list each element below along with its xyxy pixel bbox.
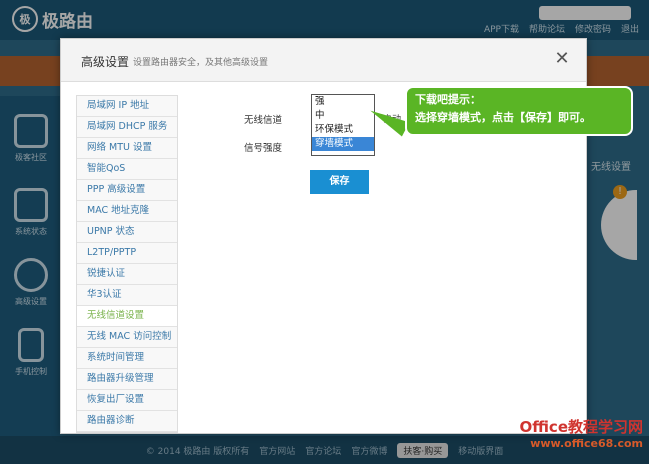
settings-menu-item[interactable]: 局域网 DHCP 服务 (77, 117, 177, 138)
watermark-brand: Office教程学习网 (519, 418, 643, 436)
settings-menu-item[interactable]: 局域网 IP 地址 (77, 96, 177, 117)
settings-menu-item[interactable]: 路由器升级管理 (77, 369, 177, 390)
settings-menu: 局域网 IP 地址 局域网 DHCP 服务 网络 MTU 设置 智能QoS PPP 高级… (76, 95, 178, 433)
close-icon[interactable]: ✕ (552, 49, 572, 69)
dialog-header: 高级设置 设置路由器安全，及其他高级设置 ✕ (61, 39, 586, 82)
signal-option-strong[interactable]: 强 (312, 95, 374, 109)
settings-menu-item[interactable]: 恢复出厂设置 (77, 390, 177, 411)
signal-strength-dropdown[interactable]: 强 中 环保模式 穿墙模式 (311, 94, 375, 156)
settings-menu-item[interactable]: L2TP/PPTP (77, 243, 177, 264)
settings-menu-item[interactable]: MAC 地址克隆 (77, 201, 177, 222)
settings-menu-item[interactable]: 锐捷认证 (77, 264, 177, 285)
settings-menu-item[interactable]: 华3认证 (77, 285, 177, 306)
watermark: Office教程学习网 www.office68.com (503, 416, 643, 460)
settings-menu-item[interactable]: 网络 MTU 设置 (77, 138, 177, 159)
signal-label: 信号强度 (244, 143, 283, 154)
settings-menu-item[interactable]: 系统时间管理 (77, 348, 177, 369)
settings-menu-item[interactable]: 无线信道设置 (77, 306, 177, 327)
settings-menu-item[interactable]: 路由器诊断 (77, 411, 177, 432)
settings-menu-item[interactable]: 智能QoS (77, 159, 177, 180)
settings-menu-item[interactable]: UPNP 状态 (77, 222, 177, 243)
channel-label: 无线信道 (244, 115, 283, 126)
settings-menu-item[interactable]: 无线 MAC 访问控制 (77, 327, 177, 348)
tip-text: 选择穿墙模式，点击【保存】即可。 (415, 111, 591, 124)
tip-callout: 下载吧提示： 选择穿墙模式，点击【保存】即可。 (405, 86, 633, 136)
signal-option-wall[interactable]: 穿墙模式 (312, 137, 374, 151)
save-button[interactable]: 保存 (310, 170, 369, 194)
dialog-title: 高级设置 (81, 55, 130, 69)
watermark-url: www.office68.com (530, 437, 643, 450)
dialog-subtitle: 设置路由器安全，及其他高级设置 (133, 58, 269, 68)
settings-menu-item[interactable]: PPP 高级设置 (77, 180, 177, 201)
signal-option-eco[interactable]: 环保模式 (312, 123, 374, 137)
signal-option-medium[interactable]: 中 (312, 109, 374, 123)
tip-title: 下载吧提示： (415, 93, 481, 106)
